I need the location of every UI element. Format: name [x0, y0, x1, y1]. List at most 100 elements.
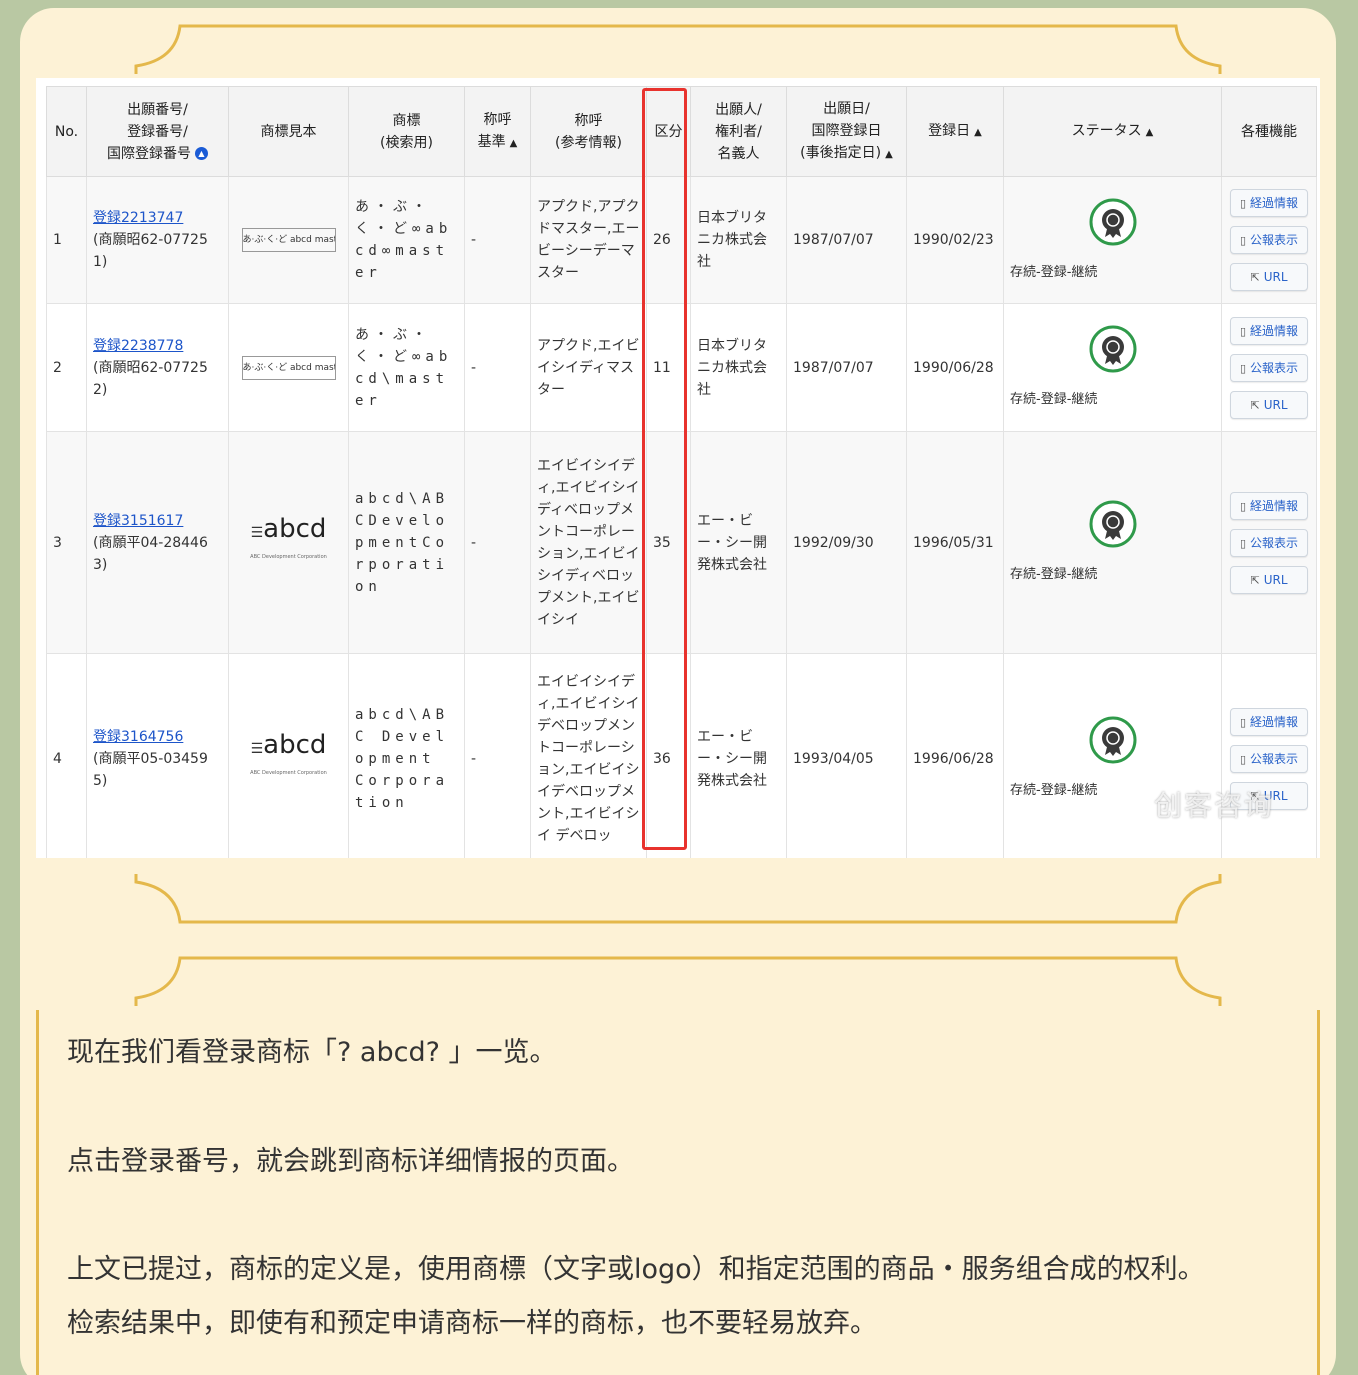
yobi-kijun: -: [464, 176, 531, 304]
trademark-sample-text: abcd: [263, 513, 327, 544]
sort-asc-icon[interactable]: ▲: [1146, 127, 1154, 138]
trademark-sample-image: あ·ぶ·く·ど abcd master: [241, 228, 336, 252]
yobi-kijun-text: -: [471, 750, 477, 767]
registration-date: 1990/06/28: [906, 303, 1004, 432]
status-cell: 存続-登録-継続: [1003, 176, 1222, 304]
status-cell: 存続-登録-継続: [1003, 303, 1222, 432]
application-date-text: 1987/07/07: [793, 232, 874, 248]
application-number: (商願昭62-07725 1): [93, 232, 208, 270]
function-button-1[interactable]: ▯ 公報表示: [1230, 528, 1308, 557]
function-button-label: URL: [1263, 270, 1288, 284]
column-header-number[interactable]: 出願番号/ 登録番号/ 国際登録番号 ▲: [86, 86, 229, 177]
column-header-reg_date[interactable]: 登録日 ▲: [906, 86, 1004, 177]
yobi-kijun-text: -: [471, 359, 477, 376]
sort-active-icon[interactable]: ▲: [195, 147, 208, 160]
trademark-search-text: あ・ぶ・く・ど∞abcd\master: [348, 303, 465, 432]
holder-name-text: エー・ビー・シー開発株式会社: [697, 512, 767, 573]
logo-bars-icon: ☰: [250, 740, 264, 757]
functions-cell: ▯ 経過情報 ▯ 公報表示 ⇱ URL: [1221, 303, 1317, 432]
paragraph-3-line-1: 上文已提过，商标的定义是，使用商標（文字或logo）和指定范围的商品・服务组合成…: [67, 1254, 1205, 1285]
function-button-1[interactable]: ▯ 公報表示: [1230, 353, 1308, 382]
sort-asc-icon[interactable]: ▲: [510, 138, 518, 149]
trademark-sample-sub: ABC Development Corporation: [250, 769, 327, 776]
row-number-text: 4: [53, 750, 62, 767]
function-button-2[interactable]: ⇱ URL: [1230, 390, 1308, 419]
document-icon: ▯: [1239, 536, 1247, 550]
function-button-1[interactable]: ▯ 公報表示: [1230, 744, 1308, 773]
function-button-2[interactable]: ⇱ URL: [1230, 565, 1308, 594]
registration-cell: 登録3164756 (商願平05-03459 5): [86, 653, 229, 858]
trademark-search-text-text: abcd\ABC Development Corporation: [355, 706, 450, 811]
registration-link[interactable]: 登録3164756: [93, 726, 222, 748]
column-header-app_date[interactable]: 出願日/ 国際登録日 (事後指定日) ▲: [786, 86, 907, 177]
function-button-2[interactable]: ⇱ URL: [1230, 263, 1308, 291]
row-number: 2: [46, 303, 87, 432]
function-button-label: URL: [1263, 397, 1288, 412]
sort-asc-icon[interactable]: ▲: [885, 149, 893, 160]
registration-link[interactable]: 登録3151617: [93, 510, 222, 532]
registration-date-text: 1990/02/23: [913, 232, 994, 248]
column-header-label: No.: [54, 123, 79, 140]
registration-cell: 登録2238778 (商願昭62-07725 2): [86, 303, 229, 432]
column-header-label: 称呼 (参考情報): [555, 112, 622, 151]
registered-badge-icon: [1010, 324, 1215, 381]
trademark-sample-image: あ·ぶ·く·ど abcd master: [241, 355, 336, 380]
document-icon: ▯: [1239, 197, 1247, 210]
trademark-search-text: あ・ぶ・く・ど∞abcd∞master: [348, 176, 465, 304]
column-header-label: 登録日: [928, 122, 971, 139]
application-date-text: 1992/09/30: [793, 534, 874, 551]
yobi-kijun: -: [464, 431, 531, 654]
paragraph-2: 点击登录番号，就会跳到商标详细情报的页面。: [67, 1146, 634, 1177]
holder-name: 日本ブリタニカ株式会社: [690, 303, 787, 432]
registration-link[interactable]: 登録2213747: [93, 207, 222, 229]
document-icon: ▯: [1239, 499, 1247, 513]
class-column-highlight: [642, 88, 687, 850]
column-header-label: 出願日/ 国際登録日 (事後指定日): [800, 100, 882, 161]
function-button-label: 公報表示: [1250, 751, 1299, 766]
column-header-no: No.: [46, 86, 87, 177]
registration-date: 1996/06/28: [906, 653, 1004, 858]
registered-badge-icon: [1010, 715, 1215, 772]
function-button-1[interactable]: ▯ 公報表示: [1230, 226, 1308, 254]
column-header-yobi_kijun[interactable]: 称呼 基準 ▲: [464, 86, 531, 177]
paragraph-1: 现在我们看登录商标「? abcd? 」一览。: [67, 1037, 557, 1068]
sort-asc-icon[interactable]: ▲: [974, 127, 982, 138]
trademark-search-text: abcd\ABCDevelopmentCorporation: [348, 431, 465, 654]
function-button-0[interactable]: ▯ 経過情報: [1230, 491, 1308, 520]
status-cell: 存続-登録-継続: [1003, 653, 1222, 858]
holder-name: 日本ブリタニカ株式会社: [690, 176, 787, 304]
holder-name: エー・ビー・シー開発株式会社: [690, 431, 787, 654]
application-date: 1992/09/30: [786, 431, 907, 654]
function-button-0[interactable]: ▯ 経過情報: [1230, 316, 1308, 345]
yobi-reference-text: アプクド,アプクドマスター,エービーシーデーマスター: [537, 199, 640, 281]
functions-cell: ▯ 経過情報 ▯ 公報表示 ⇱ URL: [1221, 176, 1317, 304]
row-number: 4: [46, 653, 87, 858]
document-icon: ▯: [1239, 715, 1247, 729]
registration-cell: 登録3151617 (商願平04-28446 3): [86, 431, 229, 654]
yobi-kijun-text: -: [471, 232, 477, 248]
application-date: 1987/07/07: [786, 176, 907, 304]
holder-name: エー・ビー・シー開発株式会社: [690, 653, 787, 858]
registration-link[interactable]: 登録2238778: [93, 335, 222, 357]
holder-name-text: 日本ブリタニカ株式会社: [697, 337, 767, 398]
row-number-text: 3: [53, 534, 62, 551]
function-button-0[interactable]: ▯ 経過情報: [1230, 707, 1308, 736]
row-number-text: 1: [53, 232, 62, 248]
column-header-status[interactable]: ステータス ▲: [1003, 86, 1222, 177]
application-number: (商願平04-28446 3): [93, 534, 208, 573]
registration-date: 1990/02/23: [906, 176, 1004, 304]
column-header-label: 商標 (検索用): [380, 112, 433, 151]
document-icon: ▯: [1239, 324, 1247, 338]
function-button-label: 経過情報: [1250, 498, 1299, 513]
application-number: (商願平05-03459 5): [93, 750, 208, 789]
share-icon: ⇱: [1250, 271, 1260, 284]
trademark-sample-image: ☰abcd ABC Development Corporation: [235, 732, 342, 784]
yobi-reference: アプクド,アプクドマスター,エービーシーデーマスター: [530, 176, 647, 304]
registration-cell: 登録2213747 (商願昭62-07725 1): [86, 176, 229, 304]
status-text: 存続-登録-継続: [1010, 264, 1098, 280]
trademark-search-text: abcd\ABC Development Corporation: [348, 653, 465, 858]
function-button-0[interactable]: ▯ 経過情報: [1230, 189, 1308, 217]
application-date-text: 1993/04/05: [793, 750, 874, 767]
function-button-label: 経過情報: [1250, 714, 1299, 729]
registered-badge-icon: [1010, 197, 1215, 254]
